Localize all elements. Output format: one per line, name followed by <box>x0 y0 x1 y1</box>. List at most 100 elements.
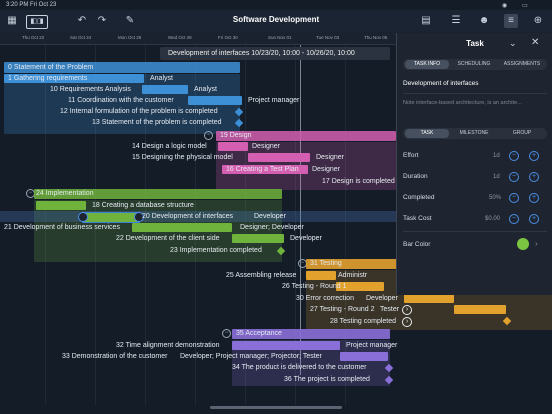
type-tabs: TASK MILESTONE GROUP <box>403 128 547 139</box>
task-label[interactable]: 13 Statement of the problem is completed <box>92 118 222 127</box>
status-bar: 3:20 PM Fri Oct 23 ◉ ▭ <box>0 0 552 10</box>
task-bar[interactable] <box>142 85 188 94</box>
arrow-right-icon[interactable]: › <box>402 305 412 315</box>
chevron-right-icon[interactable]: › <box>535 239 538 248</box>
sliders-icon[interactable]: ☰ <box>450 14 462 28</box>
timeline-date: Fri Oct 30 <box>218 35 238 40</box>
minus-icon[interactable]: − <box>509 172 519 182</box>
completed-label: Completed <box>403 194 435 201</box>
pencil-icon[interactable]: ✎ <box>124 14 136 28</box>
tab-task-info[interactable]: TASK INFO <box>405 60 449 69</box>
task-label[interactable]: 21 Development of business services <box>4 223 120 232</box>
collapse-icon[interactable]: − <box>222 329 231 338</box>
task-bar[interactable] <box>218 142 248 151</box>
task-label[interactable]: 23 Implementation completed <box>170 246 262 255</box>
task-bar-selected[interactable] <box>82 212 140 223</box>
task-bar[interactable] <box>454 305 506 314</box>
task-label[interactable]: 17 Design is completed <box>322 177 395 186</box>
app-title: Software Development <box>232 15 320 24</box>
panel-title: Task <box>466 39 484 48</box>
task-panel: Task ⌄ ✕ TASK INFO SCHEDULING ASSIGNMENT… <box>396 33 552 295</box>
task-label[interactable]: 14 Design a logic model <box>132 142 207 151</box>
task-bar[interactable] <box>232 234 284 243</box>
people-icon[interactable]: ☻ <box>478 14 490 28</box>
panel-tabs: TASK INFO SCHEDULING ASSIGNMENTS <box>403 59 547 70</box>
task-cost-value: $0.00 <box>485 216 501 222</box>
task-bar[interactable] <box>404 294 454 303</box>
task-label[interactable]: 24 Implementation <box>36 189 94 198</box>
minus-icon[interactable]: − <box>509 214 519 224</box>
collapse-icon[interactable]: − <box>204 131 213 140</box>
timeline-date: Sat Oct 24 <box>70 35 92 40</box>
timeline-date: Wed Oct 28 <box>168 35 192 40</box>
task-label[interactable]: 36 The project is completed <box>284 375 370 384</box>
task-label[interactable]: 12 Internal formulation of the problem i… <box>60 107 218 116</box>
note-field[interactable]: Note interface-based architecture, is an… <box>403 100 547 106</box>
minus-icon[interactable]: − <box>509 193 519 203</box>
task-label[interactable]: 22 Development of the client side <box>116 234 220 243</box>
plus-icon[interactable]: + <box>529 193 539 203</box>
resource-label: Developer <box>290 235 322 242</box>
plus-icon[interactable]: + <box>529 172 539 182</box>
resource-label: Analyst <box>194 86 217 93</box>
task-label[interactable]: 33 Demonstration of the customer <box>62 352 167 361</box>
timeline-date: Thu Nov 05 <box>364 35 388 40</box>
grid-icon[interactable]: ▦ <box>6 14 18 28</box>
inbox-icon[interactable]: ▤ <box>420 14 432 28</box>
task-bar[interactable] <box>188 96 242 105</box>
tab-milestone[interactable]: MILESTONE <box>451 129 497 138</box>
timeline-date: Tue Nov 03 <box>316 35 340 40</box>
tab-group[interactable]: GROUP <box>499 129 545 138</box>
task-label[interactable]: 28 Testing completed <box>330 317 396 326</box>
undo-icon[interactable]: ↶ <box>76 14 88 28</box>
minus-icon[interactable]: − <box>509 151 519 161</box>
task-label[interactable]: 11 Coordination with the customer <box>68 96 174 105</box>
tab-task[interactable]: TASK <box>405 129 449 138</box>
task-label[interactable]: 15 Designing the physical model <box>132 153 233 162</box>
task-label[interactable]: 0 Statement of the Problem <box>8 63 93 72</box>
resource-label: Administr <box>338 272 368 279</box>
plus-icon[interactable]: + <box>529 151 539 161</box>
duration-label: Duration <box>403 173 428 180</box>
task-label[interactable]: 18 Creating a database structure <box>92 201 194 210</box>
task-label[interactable]: 35 Acceptance <box>236 329 282 338</box>
task-bar[interactable] <box>132 223 232 232</box>
tab-scheduling[interactable]: SCHEDULING <box>451 60 497 69</box>
resource-label: Project manager <box>248 97 300 104</box>
home-indicator <box>210 406 342 409</box>
task-label[interactable]: 1 Gathering requirements <box>8 74 87 83</box>
task-bar[interactable] <box>232 341 340 350</box>
view-toggle-icon[interactable]: ◧◨ <box>26 15 48 29</box>
task-label[interactable]: 25 Assembling release <box>226 271 296 280</box>
resource-label: Tester <box>380 306 400 313</box>
task-bar[interactable] <box>340 352 388 361</box>
task-label[interactable]: 26 Testing - Round 1 <box>282 282 346 291</box>
task-label[interactable]: 32 Time alignment demonstration <box>116 341 220 350</box>
drag-handle-icon[interactable] <box>78 212 88 222</box>
baseline-icon[interactable]: ≡ <box>504 14 518 28</box>
task-bar[interactable] <box>306 271 336 280</box>
resource-label: Analyst <box>150 75 173 82</box>
redo-icon[interactable]: ↷ <box>96 14 108 28</box>
task-label[interactable]: 27 Testing - Round 2 <box>310 305 374 314</box>
effort-value: 1d <box>493 153 500 159</box>
close-icon[interactable]: ✕ <box>531 37 539 48</box>
add-icon[interactable]: ⊕ <box>532 14 544 28</box>
task-label[interactable]: 10 Requirements Analysis <box>50 85 131 94</box>
task-label[interactable]: 19 Design <box>220 131 252 140</box>
timeline-date: Thu Oct 22 <box>22 35 45 40</box>
task-label[interactable]: 16 Creating a Test Plan <box>226 165 299 174</box>
task-label[interactable]: 31 Testing <box>310 259 342 268</box>
tab-assignments[interactable]: ASSIGNMENTS <box>499 60 545 69</box>
task-bar[interactable] <box>248 153 310 162</box>
task-label[interactable]: 20 Development of interfaces <box>142 212 233 221</box>
task-label[interactable]: 30 Error correction <box>296 294 354 303</box>
task-label[interactable]: 34 The product is delivered to the custo… <box>232 363 367 372</box>
task-bar[interactable] <box>36 201 86 210</box>
resource-label: Designer <box>252 143 281 150</box>
chevron-down-icon[interactable]: ⌄ <box>509 38 517 49</box>
task-name-field[interactable]: Development of interfaces <box>403 80 547 87</box>
arrow-right-icon[interactable]: › <box>402 317 412 327</box>
bar-color-swatch[interactable] <box>517 238 529 250</box>
plus-icon[interactable]: + <box>529 214 539 224</box>
